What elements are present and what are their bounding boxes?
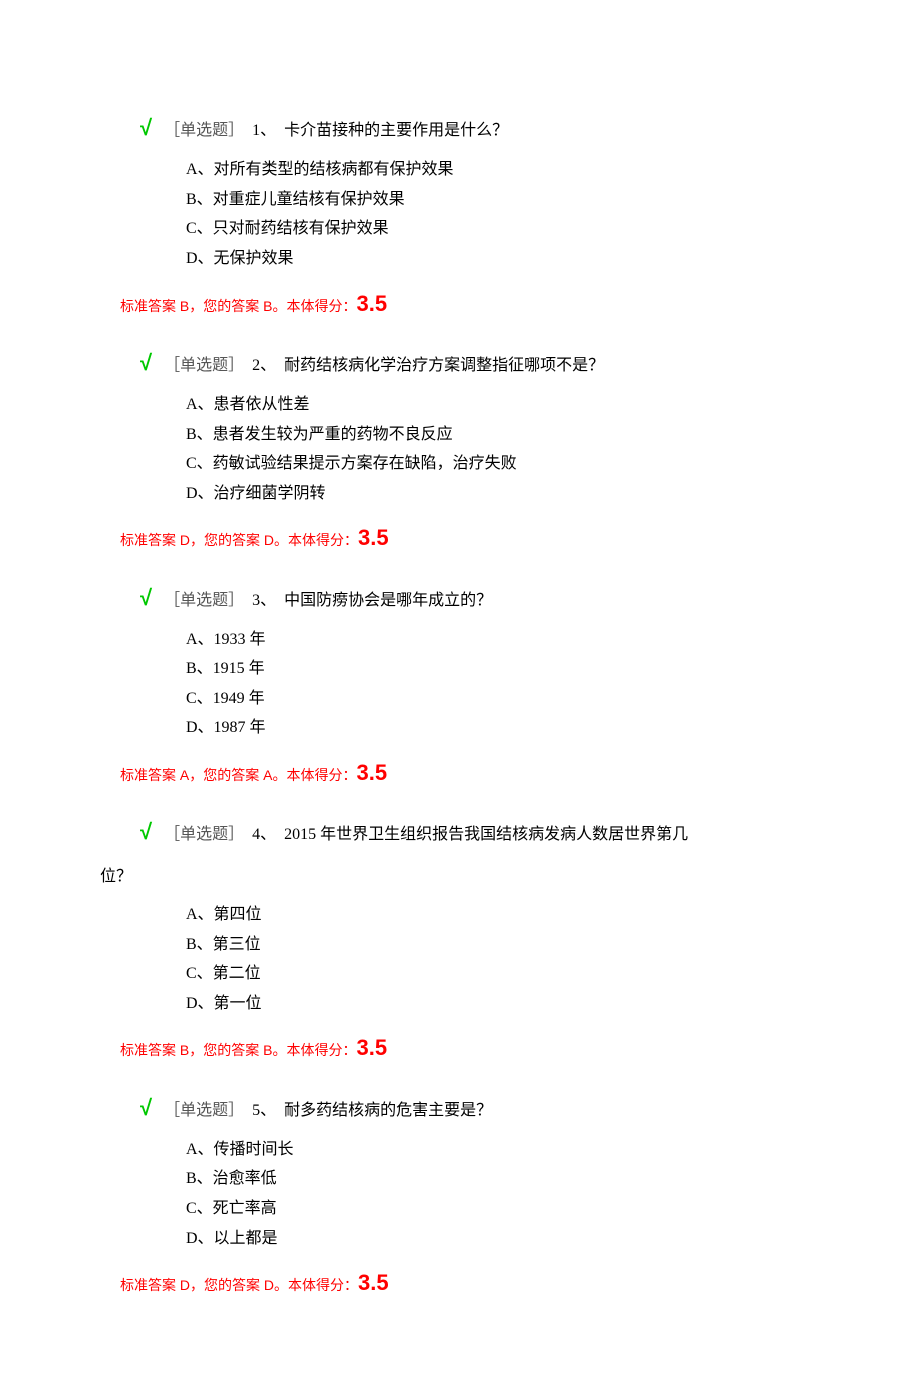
- question-text: 耐多药结核病的危害主要是？: [284, 1102, 492, 1119]
- option: A、患者依从性差: [186, 392, 800, 418]
- option: B、对重症儿童结核有保护效果: [186, 187, 800, 213]
- question-tag: ［单选题］: [164, 357, 244, 374]
- options-list: A、患者依从性差 B、患者发生较为严重的药物不良反应 C、药敏试验结果提示方案存…: [186, 392, 800, 506]
- question-tag: ［单选题］: [164, 592, 244, 609]
- option: C、1949 年: [186, 686, 800, 712]
- option: A、1933 年: [186, 627, 800, 653]
- option: D、治疗细菌学阴转: [186, 481, 800, 507]
- answer-prefix: 标准答案 B，您的答案 B。本体得分：: [120, 298, 356, 314]
- question-tag: ［单选题］: [164, 826, 244, 843]
- option: C、只对耐药结核有保护效果: [186, 216, 800, 242]
- question-block: √ ［单选题］ 2、 耐药结核病化学治疗方案调整指征哪项不是？ A、患者依从性差…: [120, 345, 800, 556]
- question-block: √ ［单选题］ 1、 卡介苗接种的主要作用是什么？ A、对所有类型的结核病都有保…: [120, 110, 800, 321]
- question-number: 1、: [252, 122, 276, 139]
- answer-score: 3.5: [356, 291, 387, 316]
- question-tag: ［单选题］: [164, 1102, 244, 1119]
- question-header: √ ［单选题］ 3、 中国防痨协会是哪年成立的？: [140, 580, 800, 615]
- question-text: 耐药结核病化学治疗方案调整指征哪项不是？: [284, 357, 604, 374]
- answer-line: 标准答案 B，您的答案 B。本体得分：3.5: [120, 286, 800, 321]
- options-list: A、传播时间长 B、治愈率低 C、死亡率高 D、以上都是: [186, 1137, 800, 1251]
- answer-score: 3.5: [356, 760, 387, 785]
- question-text-continued: 位？: [100, 864, 800, 890]
- option: C、死亡率高: [186, 1196, 800, 1222]
- question-tag: ［单选题］: [164, 122, 244, 139]
- answer-line: 标准答案 D，您的答案 D。本体得分：3.5: [120, 1265, 800, 1300]
- question-header: √ ［单选题］ 5、 耐多药结核病的危害主要是？: [140, 1090, 800, 1125]
- question-header: √ ［单选题］ 1、 卡介苗接种的主要作用是什么？: [140, 110, 800, 145]
- question-number: 2、: [252, 357, 276, 374]
- question-text: 中国防痨协会是哪年成立的？: [284, 592, 492, 609]
- question-header: √ ［单选题］ 4、 2015 年世界卫生组织报告我国结核病发病人数居世界第几: [140, 814, 800, 852]
- check-icon: √: [140, 1090, 152, 1125]
- check-icon: √: [140, 580, 152, 615]
- question-number: 3、: [252, 592, 276, 609]
- option: C、第二位: [186, 961, 800, 987]
- option: A、对所有类型的结核病都有保护效果: [186, 157, 800, 183]
- answer-score: 3.5: [356, 1035, 387, 1060]
- question-number: 5、: [252, 1102, 276, 1119]
- option: A、第四位: [186, 902, 800, 928]
- options-list: A、第四位 B、第三位 C、第二位 D、第一位: [186, 902, 800, 1016]
- answer-score: 3.5: [358, 1270, 389, 1295]
- question-header: √ ［单选题］ 2、 耐药结核病化学治疗方案调整指征哪项不是？: [140, 345, 800, 380]
- check-icon: √: [140, 814, 152, 849]
- question-block: √ ［单选题］ 4、 2015 年世界卫生组织报告我国结核病发病人数居世界第几 …: [120, 814, 800, 1065]
- option: D、第一位: [186, 991, 800, 1017]
- question-text: 2015 年世界卫生组织报告我国结核病发病人数居世界第几: [284, 826, 688, 843]
- option: D、以上都是: [186, 1226, 800, 1252]
- check-icon: √: [140, 345, 152, 380]
- check-icon: √: [140, 110, 152, 145]
- answer-score: 3.5: [358, 525, 389, 550]
- answer-prefix: 标准答案 A，您的答案 A。本体得分：: [120, 767, 356, 783]
- answer-prefix: 标准答案 D，您的答案 D。本体得分：: [120, 1277, 358, 1293]
- option: B、患者发生较为严重的药物不良反应: [186, 422, 800, 448]
- option: D、无保护效果: [186, 246, 800, 272]
- option: C、药敏试验结果提示方案存在缺陷，治疗失败: [186, 451, 800, 477]
- option: B、第三位: [186, 932, 800, 958]
- answer-line: 标准答案 A，您的答案 A。本体得分：3.5: [120, 755, 800, 790]
- question-block: √ ［单选题］ 5、 耐多药结核病的危害主要是？ A、传播时间长 B、治愈率低 …: [120, 1090, 800, 1301]
- answer-prefix: 标准答案 B，您的答案 B。本体得分：: [120, 1042, 356, 1058]
- option: B、1915 年: [186, 656, 800, 682]
- question-block: √ ［单选题］ 3、 中国防痨协会是哪年成立的？ A、1933 年 B、1915…: [120, 580, 800, 791]
- answer-line: 标准答案 D，您的答案 D。本体得分：3.5: [120, 520, 800, 555]
- answer-prefix: 标准答案 D，您的答案 D。本体得分：: [120, 532, 358, 548]
- options-list: A、1933 年 B、1915 年 C、1949 年 D、1987 年: [186, 627, 800, 741]
- option: A、传播时间长: [186, 1137, 800, 1163]
- question-number: 4、: [252, 826, 276, 843]
- option: B、治愈率低: [186, 1166, 800, 1192]
- option: D、1987 年: [186, 715, 800, 741]
- answer-line: 标准答案 B，您的答案 B。本体得分：3.5: [120, 1030, 800, 1065]
- options-list: A、对所有类型的结核病都有保护效果 B、对重症儿童结核有保护效果 C、只对耐药结…: [186, 157, 800, 271]
- question-text: 卡介苗接种的主要作用是什么？: [284, 122, 508, 139]
